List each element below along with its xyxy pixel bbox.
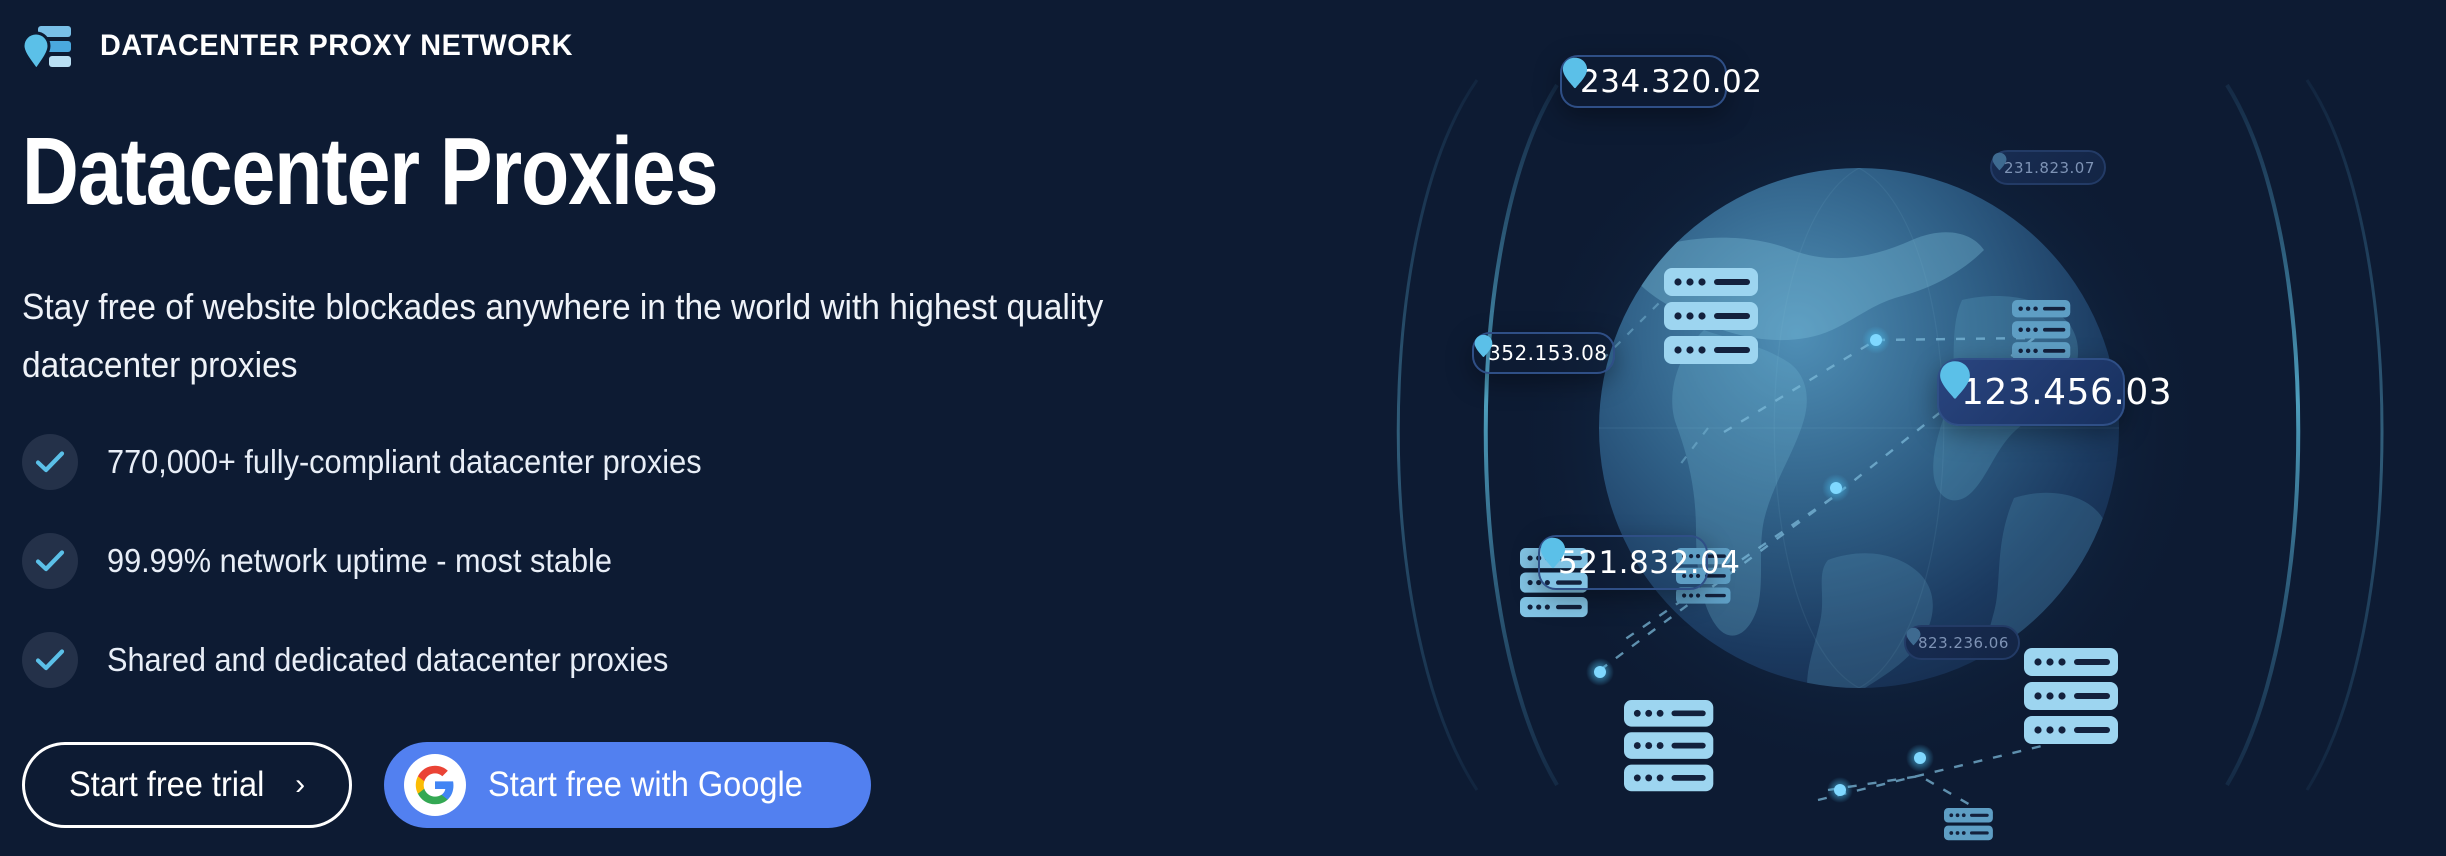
start-free-trial-label: Start free trial [69,765,265,804]
server-rack-icon [1664,268,1758,364]
hero-left-column: DATACENTER PROXY NETWORK Datacenter Prox… [21,0,1272,856]
location-pin-icon [1906,627,1921,646]
check-icon [22,533,78,589]
server-rack-icon [2024,648,2118,744]
ip-badge-bottom-right[interactable]: 823.236.06 [1904,625,2020,660]
ip-address: 234.320.02 [1580,63,1763,100]
page-title: Datacenter Proxies [22,118,718,225]
server-rack-icon [2012,300,2071,360]
datacenter-pin-logo-icon [21,20,74,72]
ip-address: 123.456.03 [1961,371,2173,413]
list-item: 770,000+ fully-compliant datacenter prox… [22,430,1022,494]
location-pin-icon [1474,334,1493,358]
location-pin-icon [1992,152,2007,171]
list-item: Shared and dedicated datacenter proxies [22,628,1022,692]
hero-section: DATACENTER PROXY NETWORK Datacenter Prox… [0,0,2446,856]
ip-badge-top-right[interactable]: 231.823.07 [1990,150,2106,185]
location-pin-icon [1562,57,1588,89]
brand-row: DATACENTER PROXY NETWORK [21,20,593,72]
chevron-right-icon: › [295,768,306,801]
check-icon [22,632,78,688]
location-pin-icon [1940,361,1970,399]
feature-text: Shared and dedicated datacenter proxies [107,641,669,678]
location-pin-icon [1540,537,1566,569]
cta-row: Start free trial › Start free with Googl… [22,742,871,828]
start-free-trial-button[interactable]: Start free trial › [22,742,353,828]
list-item: 99.99% network uptime - most stable [22,529,1022,593]
globe-proxy-network-illustration: 234.320.02 231.823.07 352.153.08 123.456… [1272,0,2446,856]
feature-text: 99.99% network uptime - most stable [107,542,612,579]
globe-graphic [1396,78,2384,841]
server-rack-icon [1624,700,1714,792]
start-free-with-google-label: Start free with Google [488,765,803,804]
ip-badge-left[interactable]: 352.153.08 [1472,332,1615,374]
ip-address: 352.153.08 [1488,341,1608,365]
feature-list: 770,000+ fully-compliant datacenter prox… [22,430,1022,727]
start-free-with-google-button[interactable]: Start free with Google [384,742,871,828]
hero-subheadline: Stay free of website blockades anywhere … [22,286,1104,386]
check-icon [22,434,78,490]
google-g-icon [404,754,467,816]
server-rack-icon [1944,808,1993,841]
ip-badge-bottom[interactable]: 521.832.04 [1538,535,1740,590]
ip-badge-right[interactable]: 123.456.03 [1937,358,2172,426]
ip-address: 823.236.06 [1918,633,2009,652]
ip-address: 231.823.07 [2004,158,2095,177]
brand-name: DATACENTER PROXY NETWORK [100,29,574,62]
ip-badge-top[interactable]: 234.320.02 [1560,55,1762,108]
ip-address: 521.832.04 [1558,544,1741,581]
feature-text: 770,000+ fully-compliant datacenter prox… [107,443,702,480]
